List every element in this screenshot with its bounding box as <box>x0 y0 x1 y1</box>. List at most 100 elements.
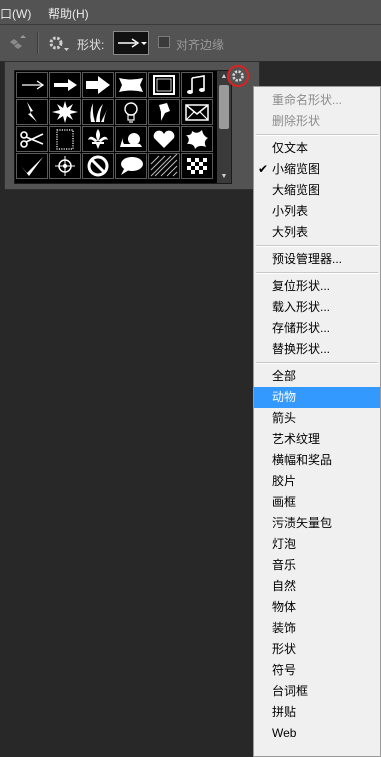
menu-item[interactable]: 仅文本 <box>254 138 380 159</box>
shape-picker-button[interactable] <box>113 31 149 55</box>
menu-item[interactable]: 存储形状... <box>254 318 380 339</box>
shape-thumb[interactable] <box>82 72 114 98</box>
menu-divider <box>256 134 378 136</box>
menu-item[interactable]: ✔ 小缩览图 <box>254 159 380 180</box>
menu-item[interactable]: 艺术纹理 <box>254 429 380 450</box>
shape-thumb[interactable] <box>181 72 213 98</box>
shape-thumb[interactable] <box>148 99 180 125</box>
shape-thumb[interactable] <box>148 153 180 179</box>
menu-item-label: 装饰 <box>272 621 297 635</box>
menu-item-label: 删除形状 <box>272 114 321 128</box>
menu-item[interactable]: 小列表 <box>254 201 380 222</box>
menu-item[interactable]: 台词框 <box>254 681 380 702</box>
shape-thumb[interactable] <box>49 126 81 152</box>
path-arrange-icon[interactable] <box>8 35 28 54</box>
shape-thumb[interactable] <box>82 153 114 179</box>
menu-help[interactable]: 帮助(H) <box>48 5 89 22</box>
shape-thumb[interactable] <box>16 72 48 98</box>
menu-item-label: 载入形状... <box>272 300 331 314</box>
menu-item-label: 自然 <box>272 579 297 593</box>
menu-item[interactable]: Web <box>254 723 380 744</box>
align-edges-checkbox[interactable] <box>158 36 170 48</box>
menu-item-label: 重命名形状... <box>272 93 343 107</box>
shape-thumb[interactable] <box>49 72 81 98</box>
scroll-down-icon[interactable]: ▼ <box>217 172 231 182</box>
menu-item-label: 小列表 <box>272 204 309 218</box>
menu-item[interactable]: 拼贴 <box>254 702 380 723</box>
shape-picker-panel: ▲ ▼ <box>4 61 260 190</box>
shape-thumb[interactable] <box>16 153 48 179</box>
menu-item-label: Web <box>272 726 297 740</box>
shape-thumb[interactable] <box>16 99 48 125</box>
shape-thumb[interactable] <box>16 126 48 152</box>
shape-label: 形状: <box>77 38 105 52</box>
shape-thumb[interactable] <box>181 99 213 125</box>
shape-thumb[interactable] <box>115 153 147 179</box>
menu-item[interactable]: 横幅和奖品 <box>254 450 380 471</box>
align-edges-label: 对齐边缘 <box>176 38 225 52</box>
menu-item-label: 符号 <box>272 663 297 677</box>
checkmark-icon <box>21 157 43 176</box>
banner-icon <box>119 78 143 92</box>
shape-thumb[interactable] <box>181 126 213 152</box>
shape-thumb[interactable] <box>148 126 180 152</box>
shape-thumb[interactable] <box>82 99 114 125</box>
menu-item[interactable]: 音乐 <box>254 555 380 576</box>
menu-item[interactable]: 画框 <box>254 492 380 513</box>
menu-item[interactable]: 污渍矢量包 <box>254 513 380 534</box>
shape-thumb[interactable] <box>115 72 147 98</box>
picker-scrollbar[interactable]: ▲ ▼ <box>217 71 231 183</box>
shape-options-menu: 重命名形状... 删除形状仅文本 ✔ 小缩览图大缩览图小列表大列表预设管理器... 复位… <box>253 86 381 757</box>
speech-bubble-icon <box>121 157 143 175</box>
menu-item[interactable]: 替换形状... <box>254 339 380 360</box>
menu-item[interactable]: 箭头 <box>254 408 380 429</box>
menu-item[interactable]: 预设管理器... <box>254 249 380 270</box>
menu-item-label: 存储形状... <box>272 321 331 335</box>
menu-item[interactable]: 自然 <box>254 576 380 597</box>
scroll-thumb[interactable] <box>219 85 229 129</box>
menu-divider <box>256 272 378 274</box>
arrow-thin-icon <box>22 80 45 90</box>
arrow-medium-icon <box>54 79 77 91</box>
menu-item-label: 大缩览图 <box>272 183 321 197</box>
menu-item: 重命名形状... <box>254 90 380 111</box>
no-sign-icon <box>87 155 109 177</box>
menu-item[interactable]: 载入形状... <box>254 297 380 318</box>
shape-thumb[interactable] <box>49 99 81 125</box>
menu-item[interactable]: 复位形状... <box>254 276 380 297</box>
menu-item-label: 画框 <box>272 495 297 509</box>
menu-window[interactable]: 口(W) <box>0 5 31 22</box>
menu-item[interactable]: 大缩览图 <box>254 180 380 201</box>
menu-item-label: 仅文本 <box>272 141 309 155</box>
menu-item[interactable]: 物体 <box>254 597 380 618</box>
menu-item-label: 大列表 <box>272 225 309 239</box>
menu-item[interactable]: 形状 <box>254 639 380 660</box>
menu-item: 删除形状 <box>254 111 380 132</box>
shape-thumb[interactable] <box>49 153 81 179</box>
envelope-icon <box>185 104 209 121</box>
menu-item-label: 箭头 <box>272 411 297 425</box>
picker-settings-button[interactable] <box>227 65 249 87</box>
menu-item-label: 全部 <box>272 369 297 383</box>
menu-item[interactable]: 胶片 <box>254 471 380 492</box>
gear-icon[interactable] <box>48 35 70 56</box>
shape-thumb[interactable] <box>82 126 114 152</box>
menu-item[interactable]: 符号 <box>254 660 380 681</box>
menu-item[interactable]: 大列表 <box>254 222 380 243</box>
menu-item[interactable]: 全部 <box>254 366 380 387</box>
options-bar: 形状: 对齐边缘 <box>0 25 381 62</box>
shape-thumb[interactable] <box>115 99 147 125</box>
shape-thumb[interactable] <box>148 72 180 98</box>
shape-grid-area: ▲ ▼ <box>14 70 232 184</box>
menu-item-label: 横幅和奖品 <box>272 453 333 467</box>
shape-thumb[interactable] <box>115 126 147 152</box>
menu-item[interactable]: 灯泡 <box>254 534 380 555</box>
separator <box>37 32 39 54</box>
menu-item[interactable]: 动物 <box>254 387 380 408</box>
shape-thumb[interactable] <box>181 153 213 179</box>
menu-item-label: 艺术纹理 <box>272 432 321 446</box>
checkmark-icon: ✔ <box>258 162 269 176</box>
menu-item[interactable]: 装饰 <box>254 618 380 639</box>
splat-icon <box>186 130 208 149</box>
pushpin-icon <box>159 103 170 121</box>
